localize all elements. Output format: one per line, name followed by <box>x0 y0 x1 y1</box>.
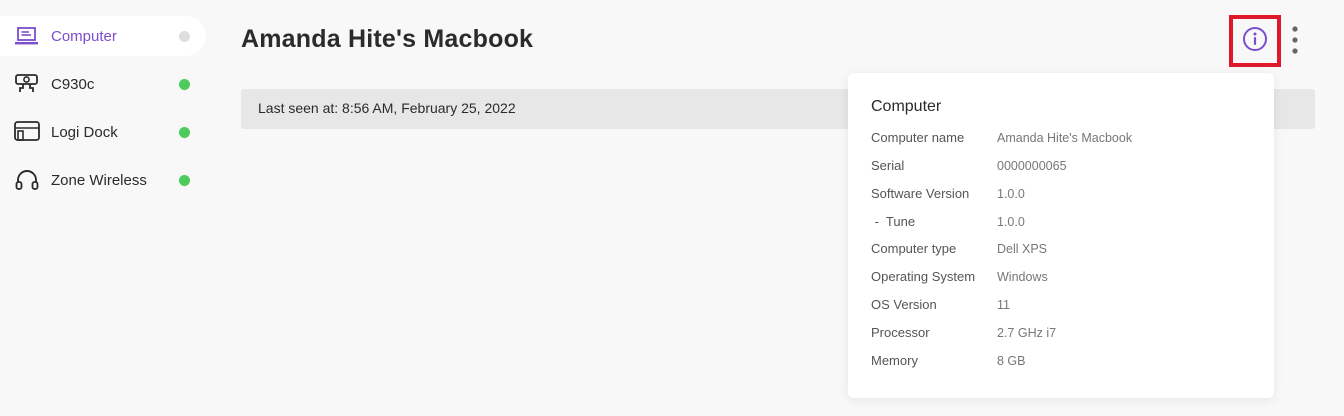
page-title: Amanda Hite's Macbook <box>241 25 534 53</box>
laptop-icon <box>14 24 40 48</box>
info-button[interactable] <box>1229 15 1281 67</box>
sidebar-item-c930c[interactable]: C930c <box>0 64 210 104</box>
info-value: 1.0.0 <box>997 215 1025 229</box>
info-value: 11 <box>997 298 1010 312</box>
status-dot <box>179 78 190 90</box>
sidebar-item-computer[interactable]: Computer <box>0 16 206 56</box>
info-row: Processor 2.7 GHz i7 <box>871 325 1251 345</box>
info-key: - Tune <box>871 214 916 229</box>
info-value: 0000000065 <box>997 159 1067 173</box>
info-row: Computer type Dell XPS <box>871 241 1251 261</box>
info-value: Dell XPS <box>997 242 1048 256</box>
info-value: 8 GB <box>997 354 1026 368</box>
info-key: OS Version <box>871 297 937 312</box>
sidebar: Computer C930c Logi Dock Zone Wireless <box>0 16 210 208</box>
info-key: Serial <box>871 158 905 173</box>
info-row: Memory 8 GB <box>871 353 1251 373</box>
more-options-button[interactable] <box>1284 25 1306 57</box>
info-row: Operating System Windows <box>871 269 1251 289</box>
status-dot <box>179 126 190 138</box>
info-value: 2.7 GHz i7 <box>997 326 1057 340</box>
sidebar-item-zone-wireless[interactable]: Zone Wireless <box>0 160 210 200</box>
computer-info-popup: Computer Computer name Amanda Hite's Mac… <box>848 73 1274 398</box>
last-seen-text: Last seen at: 8:56 AM, February 25, 2022 <box>258 100 516 116</box>
sidebar-item-label: Computer <box>51 27 117 45</box>
sidebar-item-label: Zone Wireless <box>51 171 147 189</box>
sidebar-item-logi-dock[interactable]: Logi Dock <box>0 112 210 152</box>
info-value: 1.0.0 <box>997 187 1025 201</box>
info-row: Serial 0000000065 <box>871 158 1251 178</box>
info-key: Operating System <box>871 269 976 284</box>
status-dot <box>179 30 190 42</box>
info-value: Windows <box>997 270 1048 284</box>
info-key: Computer type <box>871 241 957 256</box>
info-row: Computer name Amanda Hite's Macbook <box>871 130 1251 150</box>
dock-icon <box>14 120 40 144</box>
status-dot <box>179 174 190 186</box>
sidebar-item-label: C930c <box>51 75 95 93</box>
info-row: - Tune 1.0.0 <box>871 214 1251 234</box>
info-key: Software Version <box>871 186 970 201</box>
popup-title: Computer <box>871 98 942 115</box>
headset-icon <box>14 168 40 192</box>
info-key: Memory <box>871 353 918 368</box>
info-value: Amanda Hite's Macbook <box>997 131 1133 145</box>
info-key: Processor <box>871 325 930 340</box>
more-vertical-icon <box>1284 26 1306 61</box>
info-icon <box>1241 25 1269 58</box>
webcam-icon <box>14 72 40 96</box>
sidebar-item-label: Logi Dock <box>51 123 118 141</box>
info-row: Software Version 1.0.0 <box>871 186 1251 206</box>
info-key: Computer name <box>871 130 965 145</box>
info-row: OS Version 11 <box>871 297 1251 317</box>
